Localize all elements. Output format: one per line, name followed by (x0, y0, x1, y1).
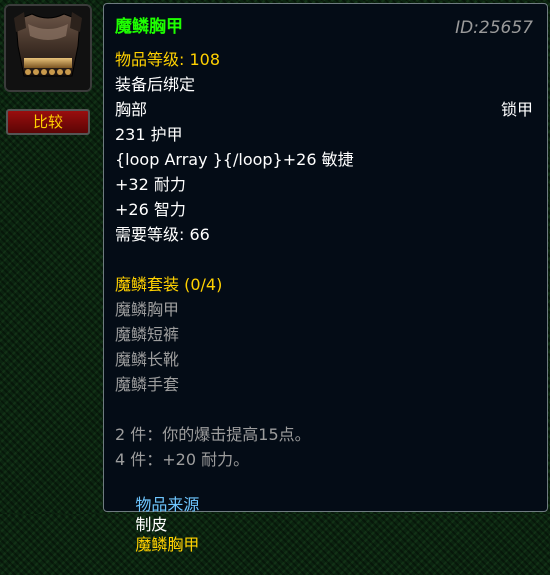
item-level: 物品等级: 108 (115, 50, 221, 69)
set-bonus: 4 件：+20 耐力。 (115, 450, 250, 469)
set-piece[interactable]: 魔鳞胸甲 (115, 300, 179, 320)
required-level: 需要等级: 66 (115, 225, 210, 244)
set-piece[interactable]: 魔鳞长靴 (115, 350, 179, 370)
set-title: 魔鳞套装 (0/4) (115, 275, 223, 294)
item-name: 魔鳞胸甲 (115, 17, 183, 37)
bind-type: 装备后绑定 (115, 75, 196, 94)
source-profession: 制皮 (135, 515, 168, 534)
equip-slot: 胸部 (115, 100, 148, 119)
source-recipe-link[interactable]: 魔鳞胸甲 (135, 535, 199, 554)
armor-type: 锁甲 (500, 100, 533, 119)
set-bonus: 2 件：你的爆击提高15点。 (115, 425, 311, 444)
item-tooltip: 魔鳞胸甲 ID:25657 物品等级: 108 装备后绑定 胸部 锁甲 231 … (103, 3, 548, 554)
stat-line: +26 智力 (115, 200, 186, 219)
compare-button[interactable]: 比较 (6, 109, 90, 135)
stat-line: +32 耐力 (115, 175, 186, 194)
armor-value: 231 护甲 (115, 125, 183, 144)
item-source: 物品来源 制皮 魔鳞胸甲 (115, 475, 199, 575)
stat-line: {loop Array }{/loop}+26 敏捷 (115, 150, 354, 169)
chest-armor-icon[interactable] (4, 4, 92, 92)
item-id: ID:25657 (455, 18, 533, 38)
set-piece[interactable]: 魔鳞手套 (115, 375, 179, 395)
set-piece[interactable]: 魔鳞短裤 (115, 325, 179, 345)
source-label: 物品来源 (135, 495, 200, 514)
left-column: 比较 (0, 0, 100, 514)
